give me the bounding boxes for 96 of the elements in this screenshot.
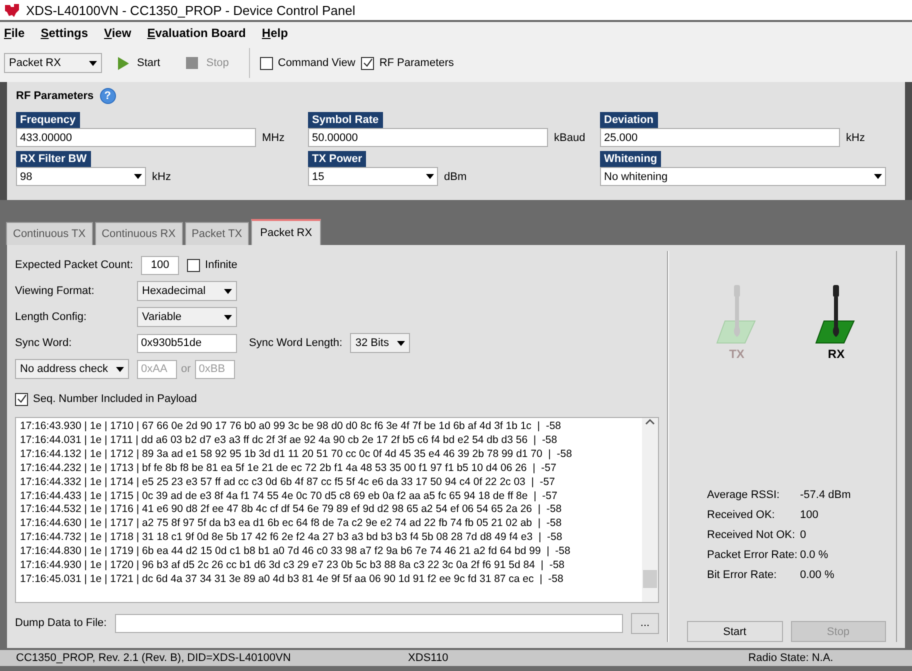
input-field[interactable]: 433.00000: [16, 128, 256, 147]
log-line: 17:16:44.532 | 1e | 1716 | 41 e6 90 d8 2f ee 47 8b 4c cf df 54 6e 79 89 ef 9d d2 98 65 a2 54 ef 06 54 65 2a 26 | -58: [20, 503, 563, 518]
caret-icon: [224, 314, 232, 320]
tab[interactable]: Continuous TX: [6, 222, 93, 245]
checkbox-label: Infinite: [205, 259, 238, 271]
stat-value: 100: [800, 509, 820, 521]
caret-icon: [874, 174, 882, 179]
checkbox-label: Command View: [278, 57, 356, 69]
stat-value: -57.4 dBm: [800, 489, 852, 501]
status-text: XDS110: [407, 652, 450, 664]
log-line: 17:16:44.433 | 1e | 1715 | 0c 39 ad de e3 8f 4a f1 74 55 4e 0c 70 d5 c8 69 eb 0a f2 aa a5 fc 65 94 18 de ff 8e | -57: [20, 490, 558, 504]
dropdown[interactable]: Hexadecimal: [137, 281, 237, 301]
checkbox[interactable]: [260, 56, 273, 70]
log-line: 17:16:44.830 | 1e | 1719 | 6b ea 44 d2 15 0d c1 b8 b1 a0 7d 46 c0 33 98 a7 f2 9a b6 7e 74 46 21 a2 fd 64 bd 99 | -58: [20, 545, 572, 560]
field-label: Frequency: [16, 112, 80, 128]
input-field[interactable]: 50.00000: [308, 128, 548, 147]
checkbox-label: RF Parameters: [379, 57, 454, 69]
log-line: 17:16:44.031 | 1e | 1711 | dd a6 03 b2 d7 e3 a3 ff dc 2f 3f ae 92 4a 90 cb 2e 17 2f b5 c6 f4 bd e2 54 db d3 56 | -58: [20, 434, 558, 448]
input-field[interactable]: 0xAA: [137, 360, 177, 378]
antenna-label: RX: [828, 347, 845, 361]
caret-icon: [134, 174, 142, 179]
status-text: Radio State: N.A.: [747, 652, 834, 664]
dropdown[interactable]: No address check: [15, 359, 129, 379]
field-label: Sync Word Length:: [249, 337, 342, 349]
stat-value: 0.0 %: [800, 549, 830, 561]
input-field[interactable]: 100: [141, 256, 180, 274]
checkbox[interactable]: [15, 392, 28, 406]
or-label: or: [181, 363, 191, 375]
dropdown[interactable]: 32 Bits: [350, 333, 410, 353]
stat-label: Received Not OK:: [707, 529, 796, 541]
unit-label: kHz: [152, 170, 171, 182]
log-line: 17:16:43.930 | 1e | 1710 | 67 66 0e 2d 90 17 76 b0 a0 99 3c be 98 d0 d0 8c f6 3e 4f 7f be 1d 6b af 4d 3f 1b 1c | -58: [20, 420, 562, 434]
log-line: 17:16:44.930 | 1e | 1720 | 96 b3 af d5 2c 26 cc b1 d6 3d c3 29 e7 23 0b 5c b3 88 8a c3 22 3c 0a 2f f6 91 5d 84 | -58: [20, 559, 566, 573]
dropdown[interactable]: 98: [16, 167, 146, 186]
caret-icon: [426, 174, 434, 179]
antenna-label: TX: [729, 347, 744, 361]
stat-label: Packet Error Rate:: [707, 549, 798, 561]
stat-value: 0: [800, 529, 808, 541]
field-label: Expected Packet Count:: [15, 259, 134, 271]
field-label: Viewing Format:: [15, 285, 96, 297]
app-logo-icon: [4, 2, 20, 18]
caret-icon: [89, 60, 97, 66]
stat-label: Bit Error Rate:: [707, 569, 778, 581]
input-field[interactable]: 25.000: [600, 128, 840, 147]
menu-item[interactable]: View: [104, 26, 132, 40]
field-label: Dump Data to File:: [15, 617, 107, 629]
input-field[interactable]: 0x930b51de: [137, 334, 237, 352]
menu-item[interactable]: File: [4, 26, 25, 40]
stop-icon: [186, 57, 198, 69]
caret-icon: [397, 340, 406, 346]
scrollbar-thumb[interactable]: [643, 570, 657, 588]
unit-label: dBm: [444, 170, 467, 182]
log-line: 17:16:44.232 | 1e | 1713 | bf fe 8b f8 be 81 ea 5f 1e 21 de ec 72 2b f1 4a 48 53 35 00 f1 97 f1 b5 10 d4 06 26 | -57: [20, 462, 558, 476]
menu-item[interactable]: Settings: [40, 26, 88, 40]
dropdown[interactable]: No whitening: [600, 167, 886, 186]
caret-icon: [116, 366, 124, 372]
input-field[interactable]: [114, 614, 623, 632]
tab[interactable]: Continuous RX: [94, 222, 183, 245]
unit-label: kBaud: [554, 132, 586, 144]
stat-label: Average RSSI:: [707, 489, 781, 501]
field-label: Symbol Rate: [308, 112, 383, 128]
stat-value: 0.00 %: [800, 569, 836, 581]
log-line: 17:16:44.630 | 1e | 1717 | a2 75 8f 97 5f da b3 ea d1 6b ec 64 f8 de 7a c2 9e e2 74 ad 22 fb 74 fb 05 21 02 ab | -58: [20, 517, 563, 532]
menu-item[interactable]: Help: [262, 26, 288, 40]
unit-label: kHz: [846, 132, 865, 144]
field-label: Sync Word:: [15, 337, 73, 349]
stat-label: Received OK:: [707, 509, 776, 521]
input-field[interactable]: 0xBB: [194, 360, 235, 378]
section-title: RF Parameters: [16, 90, 94, 102]
checkbox[interactable]: [187, 258, 200, 272]
checkbox-label: Seq. Number Included in Payload: [33, 393, 197, 405]
checkbox[interactable]: [361, 56, 374, 70]
caret-icon: [224, 288, 232, 294]
log-line: 17:16:44.132 | 1e | 1712 | 89 3a ad e1 58 92 95 1b 3d d1 11 20 51 70 cc 0c 0f 4d 45 35 e4 46 39 2b 78 99 d1 70 | -58: [20, 448, 573, 462]
mode-dropdown[interactable]: Packet RX: [4, 53, 102, 73]
field-label: Deviation: [600, 112, 658, 128]
start-button[interactable]: Start: [108, 56, 170, 70]
log-line: 17:16:44.732 | 1e | 1718 | 31 18 c1 9f 0d 8e 5b 17 42 f6 2e f2 4a 27 b3 a3 bd b3 b3 f4 5b 08 28 7d d8 49 f4 e3 | -58: [20, 531, 564, 546]
tab[interactable]: Packet RX: [251, 219, 322, 245]
unit-label: MHz: [262, 132, 285, 144]
dropdown[interactable]: Variable: [137, 307, 237, 327]
tab[interactable]: Packet TX: [184, 222, 250, 245]
scroll-up-icon[interactable]: [645, 418, 655, 426]
log-line: 17:16:44.332 | 1e | 1714 | e5 25 23 e3 57 ff ad cc c3 0d 6b 4f 87 cc f5 5f 4c e6 da 33 17 50 94 c4 0f 22 2c 03 | -57: [20, 476, 556, 490]
log-line: 17:16:45.031 | 1e | 1721 | dc 6d 4a 37 34 31 3e 89 a0 4d b3 81 4e 9f 5f aa 06 90 1d 91 f2 ee 9c fd 31 87 ca ec | -58: [20, 572, 564, 587]
menu-item[interactable]: Evaluation Board: [147, 26, 246, 40]
field-label: Length Config:: [15, 311, 88, 323]
window-title: XDS-L40100VN - CC1350_PROP - Device Control Panel: [26, 2, 356, 18]
dropdown[interactable]: 15: [308, 167, 438, 186]
field-label: RX Filter BW: [16, 151, 91, 167]
field-label: TX Power: [308, 151, 366, 167]
field-label: Whitening: [600, 151, 662, 167]
status-text: CC1350_PROP, Rev. 2.1 (Rev. B), DID=XDS-L40100VN: [15, 652, 291, 664]
browse-button[interactable]: ...: [631, 612, 659, 634]
play-icon: [118, 56, 129, 70]
start-button[interactable]: Start: [687, 621, 782, 642]
